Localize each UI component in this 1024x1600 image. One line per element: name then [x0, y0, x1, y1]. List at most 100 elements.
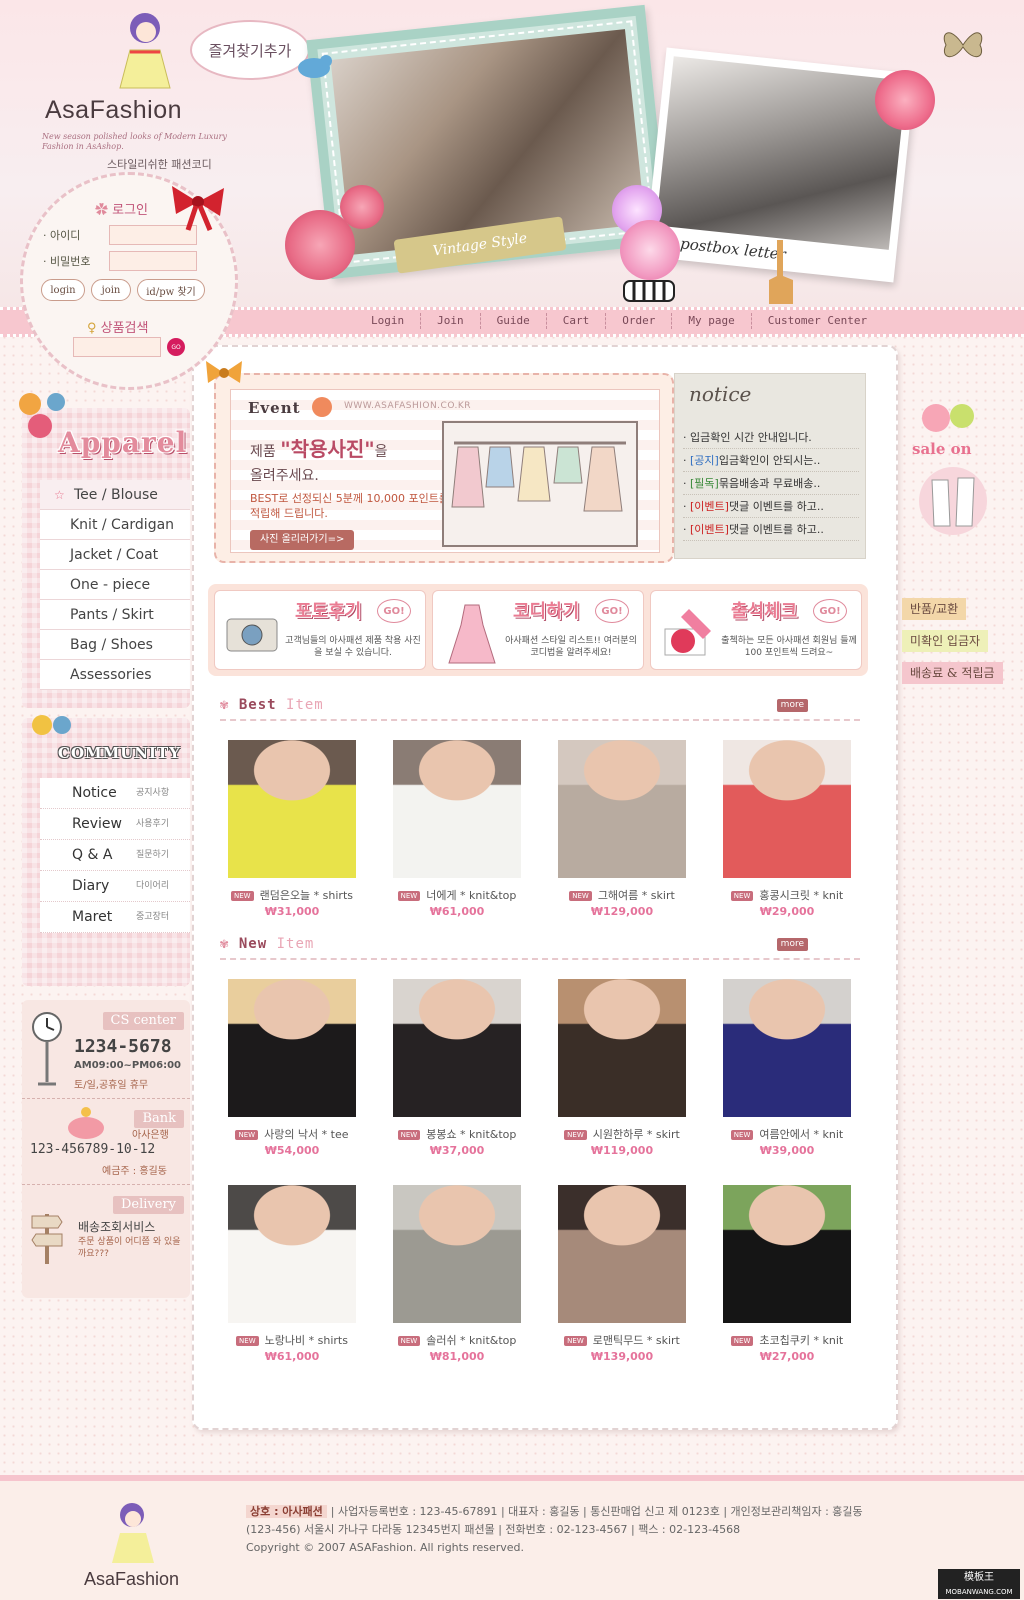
community-notice[interactable]: Notice 공지사항 — [40, 778, 190, 809]
notice-item[interactable]: · [이벤트]댓글 이벤트를 하고.. — [683, 495, 859, 518]
new-more-button[interactable]: more — [776, 938, 808, 951]
product-name[interactable]: NEW 너에게 * knit&top — [375, 887, 539, 903]
pin-icon: ♀ — [87, 321, 101, 336]
product-card[interactable]: NEW 너에게 * knit&top ₩61,000 — [375, 740, 539, 928]
product-name[interactable]: NEW 사랑의 낙서 * tee — [210, 1126, 374, 1142]
community-qna[interactable]: Q & A 질문하기 — [40, 840, 190, 871]
product-search-input[interactable] — [73, 337, 161, 357]
promo-desc: 아사패션 스타일 리스트!! 여러분의 코디법을 알려주세요! — [505, 636, 637, 658]
product-name[interactable]: NEW 솔러쉬 * knit&top — [375, 1332, 539, 1348]
product-image[interactable] — [723, 979, 851, 1117]
promo-go[interactable]: GO! — [813, 599, 847, 623]
product-name[interactable]: NEW 노랑나비 * shirts — [210, 1332, 374, 1348]
nav-login[interactable]: Login — [355, 313, 422, 329]
community-title: COMMUNITY — [58, 744, 181, 762]
product-card[interactable]: NEW 초코칩쿠키 * knit ₩27,000 — [705, 1185, 869, 1373]
category-pants-skirt[interactable]: Pants / Skirt — [40, 600, 190, 630]
product-card[interactable]: NEW 홍콩시크릿 * knit ₩29,000 — [705, 740, 869, 928]
best-more-button[interactable]: more — [776, 699, 808, 712]
product-image[interactable] — [228, 1185, 356, 1323]
attendance-promo[interactable]: 출석체크 GO! 출첵하는 모든 아사패션 회원님 들께 100 포인트씩 드려… — [650, 590, 862, 670]
product-name[interactable]: NEW 초코칩쿠키 * knit — [705, 1332, 869, 1348]
ribbon-bow-icon — [172, 186, 224, 231]
footer-logo[interactable]: AsaFashion — [84, 1569, 179, 1590]
product-name[interactable]: NEW 여름안에서 * knit — [705, 1126, 869, 1142]
product-image[interactable] — [723, 740, 851, 878]
promo-go[interactable]: GO! — [377, 599, 411, 623]
balloons-icon — [922, 404, 974, 432]
product-card[interactable]: NEW 랜덤은오늘 * shirts ₩31,000 — [210, 740, 374, 928]
product-name[interactable]: NEW 시원한하루 * skirt — [540, 1126, 704, 1142]
site-logo[interactable]: AsaFashion — [45, 96, 182, 125]
delivery-title[interactable]: 배송조회서비스 — [78, 1218, 155, 1235]
product-card[interactable]: NEW 여름안에서 * knit ₩39,000 — [705, 979, 869, 1167]
notice-item[interactable]: · 입금확인 시간 안내입니다. — [683, 426, 859, 449]
notice-item[interactable]: · [이벤트]댓글 이벤트를 하고.. — [683, 518, 859, 541]
notice-title: notice — [689, 382, 752, 406]
photo-review-promo[interactable]: 포토후기 GO! 고객님들의 아사패션 제품 착용 사진을 보실 수 있습니다. — [214, 590, 426, 670]
category-tee-blouse[interactable]: ☆ Tee / Blouse — [40, 480, 190, 510]
product-image[interactable] — [558, 740, 686, 878]
flower-icon: ✿ — [95, 203, 113, 218]
category-knit-cardigan[interactable]: Knit / Cardigan — [40, 510, 190, 540]
shipping-points-link[interactable]: 배송료 & 적립금 — [902, 662, 1003, 684]
join-button[interactable]: join — [91, 279, 131, 301]
product-name[interactable]: NEW 홍콩시크릿 * knit — [705, 887, 869, 903]
new-badge: NEW — [564, 1130, 587, 1140]
promo-go[interactable]: GO! — [595, 599, 629, 623]
event-banner[interactable]: Event WWW.ASAFASHION.CO.KR 제품 "착용사진"을 올려… — [214, 373, 674, 563]
bank-account: 123-456789-10-12 — [30, 1142, 156, 1157]
category-accessories[interactable]: Assessories — [40, 660, 190, 690]
category-bag-shoes[interactable]: Bag / Shoes — [40, 630, 190, 660]
company-details: | 사업자등록번호 : 123-45-67891 | 대표자 : 홍길동 | 통… — [330, 1505, 863, 1518]
buttons-decoration-icon — [32, 715, 71, 735]
product-price: ₩119,000 — [590, 1144, 654, 1157]
product-name[interactable]: NEW 랜덤은오늘 * shirts — [210, 887, 374, 903]
product-name[interactable]: NEW 봉봉쇼 * knit&top — [375, 1126, 539, 1142]
product-image[interactable] — [393, 740, 521, 878]
community-review[interactable]: Review 사용후기 — [40, 809, 190, 840]
find-id-pw-button[interactable]: id/pw 찾기 — [137, 279, 205, 301]
product-image[interactable] — [228, 979, 356, 1117]
password-input[interactable] — [109, 251, 197, 271]
nav-join[interactable]: Join — [421, 313, 481, 329]
product-image[interactable] — [228, 740, 356, 878]
product-name[interactable]: NEW 로맨틱무드 * skirt — [540, 1332, 704, 1348]
product-name[interactable]: NEW 그해여름 * skirt — [540, 887, 704, 903]
product-card[interactable]: NEW 사랑의 낙서 * tee ₩54,000 — [210, 979, 374, 1167]
product-image[interactable] — [558, 1185, 686, 1323]
product-card[interactable]: NEW 시원한하루 * skirt ₩119,000 — [540, 979, 704, 1167]
unconfirmed-deposit-link[interactable]: 미확인 입금자 — [902, 630, 989, 652]
sale-on-badge[interactable]: sale on — [912, 440, 994, 540]
notice-item[interactable]: · [공지]입금확인이 안되시는.. — [683, 449, 859, 472]
nav-my-page[interactable]: My page — [672, 313, 752, 329]
product-card[interactable]: NEW 솔러쉬 * knit&top ₩81,000 — [375, 1185, 539, 1373]
community-diary[interactable]: Diary 다이어리 — [40, 871, 190, 902]
nav-guide[interactable]: Guide — [481, 313, 547, 329]
product-image[interactable] — [393, 979, 521, 1117]
product-card[interactable]: NEW 봉봉쇼 * knit&top ₩37,000 — [375, 979, 539, 1167]
promo-title: 포토후기 — [295, 601, 362, 622]
product-card[interactable]: NEW 그해여름 * skirt ₩129,000 — [540, 740, 704, 928]
nav-cart[interactable]: Cart — [547, 313, 607, 329]
product-card[interactable]: NEW 로맨틱무드 * skirt ₩139,000 — [540, 1185, 704, 1373]
logo-area[interactable]: 즐겨찾기추가 AsaFashion New season polished lo… — [40, 10, 310, 171]
category-jacket-coat[interactable]: Jacket / Coat — [40, 540, 190, 570]
event-description: BEST로 선정되신 5분께 10,000 포인트를 적립해 드립니다. — [250, 492, 449, 520]
product-card[interactable]: NEW 노랑나비 * shirts ₩61,000 — [210, 1185, 374, 1373]
nav-customer-center[interactable]: Customer Center — [752, 313, 883, 329]
upload-photo-button[interactable]: 사진 올리러가기=> — [250, 530, 355, 550]
promo-desc: 고객님들의 아사패션 제품 착용 사진을 보실 수 있습니다. — [285, 636, 421, 658]
coordi-promo[interactable]: 코디하기 GO! 아사패션 스타일 리스트!! 여러분의 코디법을 알려주세요! — [432, 590, 644, 670]
return-exchange-link[interactable]: 반품/교환 — [902, 598, 967, 620]
community-market[interactable]: Maret 중고장터 — [40, 902, 190, 933]
search-go-button[interactable]: GO — [167, 338, 185, 356]
category-one-piece[interactable]: One - piece — [40, 570, 190, 600]
login-button[interactable]: login — [41, 279, 85, 301]
bow-icon — [206, 361, 242, 383]
nav-order[interactable]: Order — [606, 313, 673, 329]
product-image[interactable] — [723, 1185, 851, 1323]
product-image[interactable] — [558, 979, 686, 1117]
notice-item[interactable]: · [필독]묶음배송과 무료배송.. — [683, 472, 859, 495]
product-image[interactable] — [393, 1185, 521, 1323]
